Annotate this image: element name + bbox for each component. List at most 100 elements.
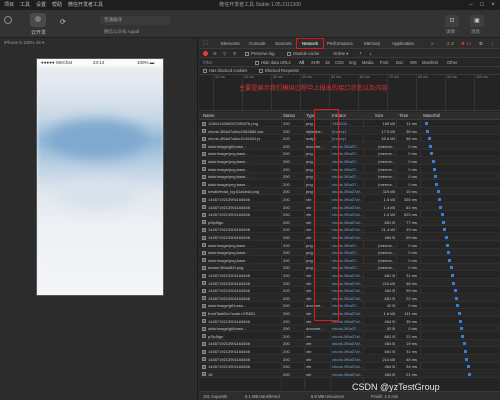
minimize-icon[interactable]: – bbox=[466, 0, 476, 10]
table-row[interactable]: data:image/png;base... 200 png chunk-3f6a37… bbox=[199, 242, 500, 249]
search-icon[interactable]: ⚲ bbox=[233, 49, 236, 58]
table-row[interactable]: data:image/png;base... 200 png chunk-3f6a37… bbox=[199, 173, 500, 181]
col-name[interactable]: Name bbox=[203, 112, 214, 120]
table-row[interactable]: 1445719213901164546 200 xhr chunk-3f6a37af.… bbox=[199, 272, 500, 279]
table-row[interactable]: frontTaskDo?code=GR631 200 xhr chunk-3f6a37… bbox=[199, 310, 500, 317]
error-badge[interactable]: ✖ 14 bbox=[461, 38, 471, 49]
table-row[interactable]: data:image/png;base... 200 png chunk-3f6a37… bbox=[199, 158, 500, 165]
device-select[interactable]: iPhone 5 100% 16 ▾ bbox=[0, 38, 198, 48]
table-row[interactable]: data:image/gif;base... 200 docume... chunk-… bbox=[199, 142, 500, 150]
table-row[interactable]: 1445719213901164546 200 xhr chunk-3f6a37af.… bbox=[199, 203, 500, 211]
request-initiator[interactable]: chunk-3f6a37af... bbox=[332, 363, 362, 370]
table-row[interactable]: 1445719213901164546 200 xhr chunk-3f6a37af.… bbox=[199, 226, 500, 234]
hide-data-urls-checkbox[interactable]: Hide data URLs bbox=[255, 58, 291, 67]
filter-type-img[interactable]: Img bbox=[349, 58, 356, 67]
tab-performance[interactable]: Performance bbox=[327, 38, 353, 49]
table-row[interactable]: 1445719213901164546 200 xhr chunk-3f6a37af.… bbox=[199, 363, 500, 371]
table-row[interactable]: 1445719213901164546 200 xhr chunk-3f6a37af.… bbox=[199, 279, 500, 287]
menu-help[interactable]: 帮助 bbox=[52, 0, 62, 10]
request-initiator[interactable]: chunk-3f6a37af... bbox=[332, 333, 362, 340]
filter-type-all[interactable]: All bbox=[299, 58, 304, 67]
table-row[interactable]: newlbHead_bg.81a4b4d.png 200 png chunk-3f6a… bbox=[199, 188, 500, 196]
table-row[interactable]: 1445719213901164546 200 xhr chunk-3f6a37af.… bbox=[199, 287, 500, 295]
table-row[interactable]: data:image/png;base... 200 png chunk-3f6a37… bbox=[199, 249, 500, 257]
tab-elements[interactable]: Elements bbox=[221, 38, 240, 49]
import-icon[interactable]: ⇡ bbox=[359, 49, 363, 58]
table-row[interactable]: data:image/png;base... 200 png chunk-3f6a37… bbox=[199, 181, 500, 188]
inspect-icon[interactable]: ⬚ bbox=[203, 38, 208, 49]
close-icon[interactable]: × bbox=[488, 0, 498, 10]
table-row[interactable]: 1445719213901164546 200 xhr chunk-3f6a37af.… bbox=[199, 211, 500, 219]
filter-type-manifest[interactable]: Manifest bbox=[422, 58, 438, 67]
throttling-select[interactable]: Online ▾ bbox=[333, 49, 348, 58]
tab-application[interactable]: Application bbox=[392, 38, 414, 49]
filter-type-media[interactable]: Media bbox=[362, 58, 373, 67]
cloud-dev-avatar[interactable] bbox=[30, 13, 46, 27]
col-waterfall[interactable]: Waterfall bbox=[423, 112, 440, 120]
col-status[interactable]: Status bbox=[283, 112, 295, 120]
table-row[interactable]: data:image/gif;base... 200 docume... chunk-… bbox=[199, 325, 500, 333]
request-initiator[interactable]: chunk-3f6a37af... bbox=[332, 371, 362, 378]
network-overview-timeline[interactable]: 10 ms 20 ms 30 ms 40 ms 50 ms 60 ms 70 m… bbox=[199, 75, 500, 111]
export-icon[interactable]: ⇣ bbox=[369, 49, 373, 58]
menu-wechat-devtools[interactable]: 微信开发者工具 bbox=[68, 0, 103, 10]
phone-screen[interactable]: ●●●●● WeChat 23:14 100% ▬ bbox=[36, 58, 164, 296]
settings-icon[interactable]: ⚙ bbox=[479, 38, 483, 49]
table-row[interactable]: 1445719213901164546 200 xhr chunk-3f6a37af.… bbox=[199, 355, 500, 363]
blocked-requests-checkbox[interactable]: Blocked Requests bbox=[259, 67, 299, 75]
filter-input[interactable]: Filter bbox=[203, 58, 212, 67]
table-row[interactable]: 1280314059097285576.png 200 png VM3000 ... 1… bbox=[199, 120, 500, 127]
request-initiator[interactable]: chunk-3f6a37af... bbox=[332, 348, 362, 355]
table-row[interactable]: 18 200 xhr chunk-3f6a37af... 464 B 21 ms bbox=[199, 370, 500, 378]
table-row[interactable]: chunk-3f6a37a8cc2145431.js 200 script (inde… bbox=[199, 135, 500, 143]
refresh-icon[interactable]: ⟳ bbox=[60, 19, 68, 27]
tab-memory[interactable]: Memory bbox=[364, 38, 380, 49]
tab-network[interactable]: Network bbox=[296, 38, 324, 49]
table-row[interactable]: 1445719213901164546 200 xhr chunk-3f6a37af.… bbox=[199, 318, 500, 325]
table-row[interactable]: avatar.3f6a482f.png 200 png chunk-3f6a37...… bbox=[199, 264, 500, 272]
tab-console[interactable]: Console bbox=[249, 38, 266, 49]
table-row[interactable]: data:image/gif;base... 200 docume... chunk-… bbox=[199, 302, 500, 310]
filter-type-js[interactable]: JS bbox=[325, 58, 330, 67]
request-initiator[interactable]: chunk-3f6a37... bbox=[332, 325, 362, 332]
preserve-log-checkbox[interactable]: Preserve log bbox=[245, 49, 275, 58]
table-row[interactable]: p/5p5ign 200 xhr chunk-3f6a37af... 681 B 22 m… bbox=[199, 333, 500, 340]
clear-icon[interactable]: ⊘ bbox=[213, 49, 217, 58]
compile-mode-select[interactable]: 普通编译 bbox=[100, 16, 170, 25]
request-initiator[interactable]: chunk-3f6a37af... bbox=[332, 356, 362, 363]
record-icon[interactable] bbox=[203, 51, 208, 56]
table-row[interactable]: 1445719213901164546 200 xhr chunk-3f6a37af.… bbox=[199, 196, 500, 203]
menu-tools[interactable]: 工具 bbox=[20, 0, 30, 10]
more-tabs-icon[interactable]: » bbox=[431, 38, 434, 49]
table-row[interactable]: data:image/png;base... 200 png chunk-3f6a37… bbox=[199, 166, 500, 173]
col-time[interactable]: Time bbox=[399, 112, 408, 120]
blocked-cookies-checkbox[interactable]: Has blocked cookies bbox=[203, 67, 247, 75]
table-row[interactable]: 1445719213901164546 200 xhr chunk-3f6a37af.… bbox=[199, 340, 500, 348]
menu-settings[interactable]: 设置 bbox=[36, 0, 46, 10]
table-row[interactable]: chunk-3f6a37a8cc1983884.css 200 styleshe..… bbox=[199, 127, 500, 135]
table-row[interactable]: p/5p5ign 200 xhr chunk-3f6a37af... 681 B 77 m… bbox=[199, 218, 500, 226]
table-row[interactable]: 1445719213901164546 200 xhr chunk-3f6a37af.… bbox=[199, 234, 500, 241]
filter-type-font[interactable]: Font bbox=[380, 58, 388, 67]
col-size[interactable]: Size bbox=[375, 112, 383, 120]
filter-type-other[interactable]: Other bbox=[447, 58, 457, 67]
filter-type-ws[interactable]: WS bbox=[410, 58, 417, 67]
table-row[interactable]: 1445719213901164546 200 xhr chunk-3f6a37af.… bbox=[199, 348, 500, 355]
table-row[interactable]: 1445719213901164546 200 xhr chunk-3f6a37af.… bbox=[199, 294, 500, 302]
warning-badge[interactable]: ⚠ 2 bbox=[446, 38, 454, 49]
request-initiator[interactable]: chunk-3f6a37af... bbox=[332, 340, 362, 347]
filter-icon[interactable]: ▽ bbox=[223, 49, 226, 58]
filter-type-xhr[interactable]: XHR bbox=[311, 58, 320, 67]
details-button[interactable]: ⊡ bbox=[445, 15, 459, 27]
menu-project[interactable]: 项目 bbox=[4, 0, 14, 10]
user-icon[interactable] bbox=[4, 16, 12, 24]
messages-button[interactable]: ▣ bbox=[470, 15, 484, 27]
maximize-icon[interactable]: □ bbox=[477, 0, 487, 10]
disable-cache-checkbox[interactable]: Disable cache bbox=[287, 49, 319, 58]
filter-type-doc[interactable]: Doc bbox=[396, 58, 403, 67]
tab-sources[interactable]: Sources bbox=[275, 38, 292, 49]
more-icon[interactable]: ⋮ bbox=[490, 38, 495, 49]
table-row[interactable]: data:image/png;base... 200 png chunk-3f6a37… bbox=[199, 257, 500, 264]
table-row[interactable]: data:image/png;base... 200 png chunk-3f6a37… bbox=[199, 150, 500, 158]
filter-type-css[interactable]: CSS bbox=[335, 58, 344, 67]
